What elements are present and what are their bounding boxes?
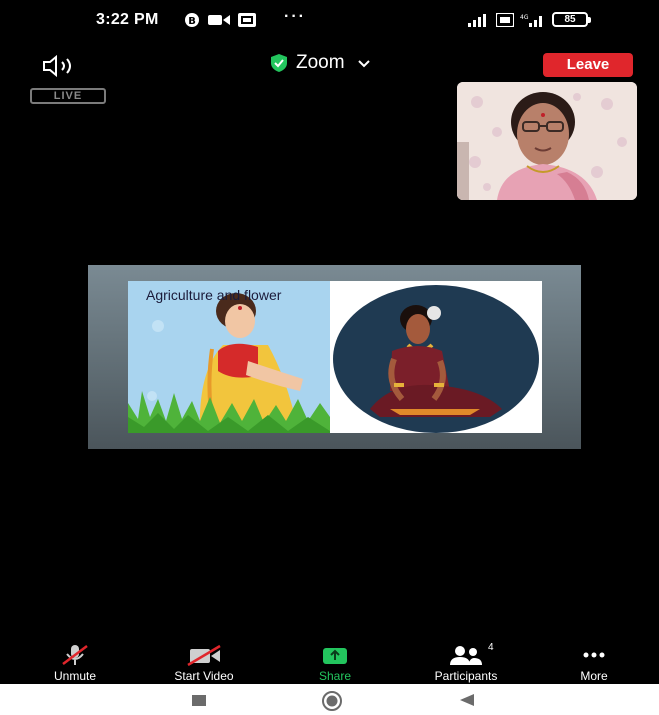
video-notification-icon <box>208 15 230 25</box>
speaker-icon[interactable] <box>42 54 86 78</box>
participant-video-image <box>457 82 637 200</box>
unmute-label: Unmute <box>53 669 97 683</box>
unmute-button[interactable]: Unmute <box>40 644 110 684</box>
svg-text:4G: 4G <box>520 14 529 21</box>
meeting-title: Zoom <box>296 52 345 73</box>
system-navigation-bar <box>0 684 659 715</box>
recents-square-icon[interactable] <box>192 695 206 706</box>
participants-icon-wrap: 4 <box>414 642 518 666</box>
share-screen-icon <box>323 648 347 664</box>
start-video-label: Start Video <box>174 669 234 683</box>
gallery-notification-icon <box>238 13 256 27</box>
home-circle-icon[interactable] <box>321 690 343 712</box>
slide-title: Agriculture and flower <box>146 287 282 303</box>
shared-screen[interactable]: Agriculture and flower <box>88 265 581 449</box>
seated-woman-illustration <box>330 281 542 433</box>
4g-signal-icon: 4G <box>520 14 542 27</box>
meeting-toolbar: Unmute Start Video Share 4 Participants <box>0 642 659 684</box>
more-button[interactable]: More <box>566 644 622 684</box>
more-dots-icon <box>583 652 605 658</box>
participants-count-badge: 4 <box>488 642 494 653</box>
status-notification-icons: B <box>184 12 256 28</box>
participants-button[interactable]: 4 Participants <box>414 642 518 684</box>
meeting-header: Zoom Leave <box>0 44 659 86</box>
muted-microphone-icon <box>62 645 88 665</box>
signal-icon <box>468 13 486 27</box>
battery-icon: 85 <box>552 12 591 27</box>
participants-label: Participants <box>434 669 498 683</box>
share-label: Share <box>318 669 352 683</box>
status-overflow-dots: ··· <box>284 8 306 25</box>
share-button[interactable]: Share <box>308 644 362 684</box>
volte-icon <box>496 12 514 27</box>
back-triangle-icon[interactable] <box>459 693 475 707</box>
chevron-down-icon <box>357 60 370 68</box>
more-label: More <box>580 669 608 683</box>
self-video-thumbnail[interactable] <box>457 82 637 200</box>
live-badge[interactable]: LIVE <box>30 88 106 104</box>
leave-button[interactable]: Leave <box>543 53 633 77</box>
meeting-title-dropdown[interactable]: Zoom <box>270 52 371 74</box>
video-off-icon <box>187 644 221 666</box>
slide-left-illustration <box>128 281 330 433</box>
farmer-woman-illustration <box>128 281 330 433</box>
status-bar: 3:22 PM B ··· 4G 85 <box>0 0 659 42</box>
status-system-icons: 4G 85 <box>468 12 591 27</box>
status-time: 3:22 PM <box>96 11 159 28</box>
start-video-button[interactable]: Start Video <box>158 644 250 684</box>
presentation-slide: Agriculture and flower <box>128 281 542 433</box>
notification-b-icon: B <box>185 13 199 27</box>
encryption-shield-icon <box>271 54 287 72</box>
participants-icon <box>450 646 482 665</box>
svg-text:B: B <box>188 16 196 27</box>
